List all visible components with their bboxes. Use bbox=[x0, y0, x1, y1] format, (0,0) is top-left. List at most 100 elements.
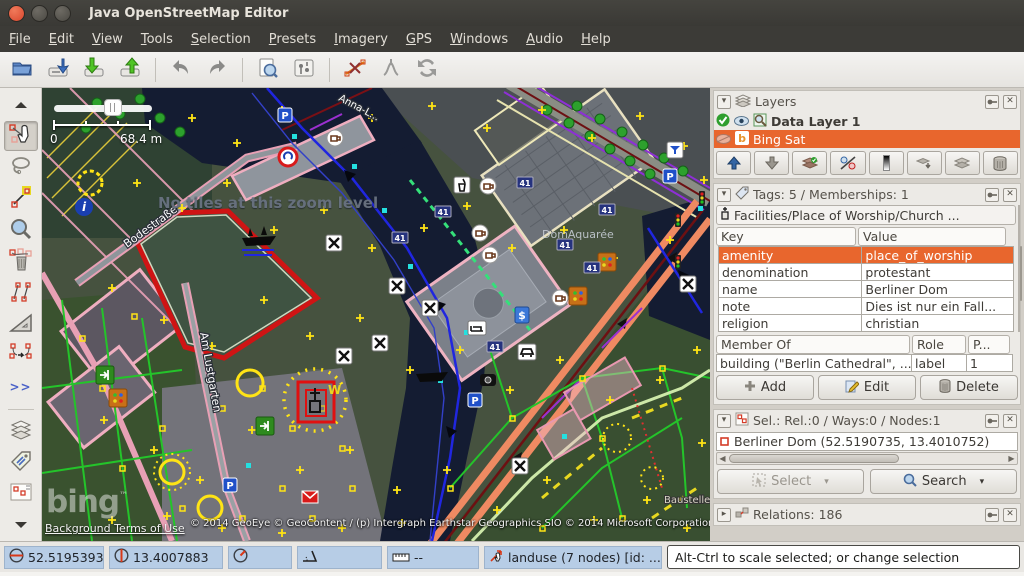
select-tool-button[interactable] bbox=[4, 121, 38, 151]
tag-row[interactable]: noteDies ist nur ein Fall... bbox=[719, 298, 1014, 315]
tag-row[interactable]: nameBerliner Dom bbox=[719, 281, 1014, 298]
background-terms-link[interactable]: Background Terms of Use bbox=[45, 522, 185, 535]
tag-row[interactable]: amenityplace_of_worship bbox=[719, 247, 1014, 264]
visibility-eye-off-icon[interactable] bbox=[716, 132, 731, 147]
selection-hscrollbar[interactable]: ◀ ▶ bbox=[716, 452, 1018, 465]
edit-tag-button[interactable]: Edit bbox=[818, 375, 916, 400]
delete-tool-button[interactable] bbox=[4, 247, 38, 276]
menu-imagery[interactable]: Imagery bbox=[325, 28, 397, 51]
expand-icon[interactable]: ▸ bbox=[717, 508, 731, 522]
delete-tag-button[interactable]: Delete bbox=[920, 375, 1018, 400]
split-way-button[interactable] bbox=[339, 55, 371, 85]
download-osm-button[interactable] bbox=[42, 55, 74, 85]
move-layer-up-button[interactable] bbox=[716, 151, 751, 175]
menu-gps[interactable]: GPS bbox=[397, 28, 441, 51]
menu-audio[interactable]: Audio bbox=[517, 28, 572, 51]
add-tag-button[interactable]: Add bbox=[716, 375, 814, 400]
more-tools-button[interactable]: >> bbox=[4, 373, 38, 402]
download-along-button[interactable] bbox=[78, 55, 110, 85]
tag-row[interactable]: religionchristian bbox=[719, 315, 1014, 332]
menu-tools[interactable]: Tools bbox=[132, 28, 182, 51]
layer-visibility-button[interactable] bbox=[830, 151, 865, 175]
search-button-panel[interactable]: Search ▾ bbox=[870, 469, 1017, 494]
membership-row[interactable]: building ("Berlin Cathedral", ... label … bbox=[717, 355, 1013, 372]
close-icon[interactable]: ✕ bbox=[1003, 188, 1017, 202]
menu-selection[interactable]: Selection bbox=[182, 28, 260, 51]
heading-field bbox=[228, 546, 292, 569]
sticky-pin-icon[interactable] bbox=[985, 508, 999, 522]
draw-node-tool-button[interactable] bbox=[4, 185, 38, 214]
close-icon[interactable]: ✕ bbox=[1003, 414, 1017, 428]
map-canvas[interactable]: W bbox=[42, 88, 710, 541]
delete-layer-button[interactable] bbox=[983, 151, 1018, 175]
sticky-pin-icon[interactable] bbox=[985, 414, 999, 428]
taxi-icon bbox=[518, 344, 536, 360]
tags-scrollbar[interactable] bbox=[1018, 205, 1020, 332]
scroll-right-arrow[interactable]: ▶ bbox=[1006, 453, 1017, 464]
preferences-button[interactable] bbox=[288, 55, 320, 85]
menu-file[interactable]: File bbox=[0, 28, 40, 51]
window-close-button[interactable] bbox=[8, 5, 25, 22]
map-render: W bbox=[42, 88, 710, 541]
svg-text:41: 41 bbox=[394, 234, 406, 243]
fountain-icon bbox=[667, 142, 683, 158]
close-icon[interactable]: ✕ bbox=[1003, 508, 1017, 522]
sticky-pin-icon[interactable] bbox=[985, 95, 999, 109]
selection-item[interactable]: Berliner Dom (52.5190735, 13.4010752) bbox=[716, 432, 1018, 451]
merge-nodes-tool-button[interactable] bbox=[4, 341, 38, 370]
merge-layer-button[interactable] bbox=[907, 151, 942, 175]
open-file-button[interactable] bbox=[6, 55, 38, 85]
svg-text:P: P bbox=[666, 172, 673, 183]
layer-opacity-button[interactable] bbox=[869, 151, 904, 175]
preset-row[interactable]: Facilities/Place of Worship/Church ... bbox=[716, 205, 1016, 225]
menu-view[interactable]: View bbox=[83, 28, 132, 51]
visibility-eye-icon[interactable] bbox=[734, 114, 749, 129]
lasso-icon bbox=[9, 154, 33, 182]
duplicate-layer-button[interactable] bbox=[945, 151, 980, 175]
update-data-button[interactable] bbox=[411, 55, 443, 85]
layers-panel-toggle[interactable] bbox=[4, 417, 38, 446]
zoom-slider[interactable] bbox=[54, 105, 152, 112]
role-column-header[interactable]: Role bbox=[912, 335, 966, 354]
select-button[interactable]: Select ▾ bbox=[717, 469, 864, 494]
selection-panel-toggle[interactable] bbox=[4, 479, 38, 508]
extrude-tool-button[interactable] bbox=[4, 310, 38, 339]
tag-row[interactable]: denominationprotestant bbox=[719, 264, 1014, 281]
close-icon[interactable]: ✕ bbox=[1003, 95, 1017, 109]
member-of-column-header[interactable]: Member Of bbox=[716, 335, 910, 354]
scroll-up-button[interactable] bbox=[4, 90, 38, 119]
zoom-slider-handle[interactable] bbox=[104, 99, 122, 116]
tags-panel-title: Tags: 5 / Memberships: 1 bbox=[753, 187, 981, 202]
scroll-left-arrow[interactable]: ◀ bbox=[717, 453, 728, 464]
menu-presets[interactable]: Presets bbox=[260, 28, 325, 51]
collapse-icon[interactable]: ▾ bbox=[717, 414, 731, 428]
upload-button[interactable] bbox=[114, 55, 146, 85]
zoom-tool-button[interactable] bbox=[4, 216, 38, 245]
menu-windows[interactable]: Windows bbox=[441, 28, 517, 51]
key-column-header[interactable]: Key bbox=[716, 227, 856, 246]
window-minimize-button[interactable] bbox=[31, 5, 48, 22]
menu-edit[interactable]: Edit bbox=[40, 28, 83, 51]
lasso-tool-button[interactable] bbox=[4, 153, 38, 182]
sticky-pin-icon[interactable] bbox=[985, 188, 999, 202]
move-layer-down-button[interactable] bbox=[754, 151, 789, 175]
parallel-way-tool-button[interactable] bbox=[4, 279, 38, 308]
window-maximize-button[interactable] bbox=[54, 5, 71, 22]
position-column-header[interactable]: P... bbox=[968, 335, 1010, 354]
scroll-down-button[interactable] bbox=[4, 511, 38, 540]
selection-panel: ▾ Sel.: Rel.:0 / Ways:0 / Nodes:1 ✕ Berl… bbox=[713, 409, 1021, 499]
tags-panel-toggle[interactable] bbox=[4, 448, 38, 477]
layer-row-data[interactable]: Data Layer 1 bbox=[714, 112, 1020, 130]
collapse-icon[interactable]: ▾ bbox=[717, 188, 731, 202]
activate-layer-button[interactable] bbox=[792, 151, 827, 175]
layer-row-bing[interactable]: b Bing Sat bbox=[714, 130, 1020, 148]
undo-button[interactable] bbox=[165, 55, 197, 85]
menu-help[interactable]: Help bbox=[572, 28, 620, 51]
combine-way-button[interactable] bbox=[375, 55, 407, 85]
collapse-icon[interactable]: ▾ bbox=[717, 95, 731, 109]
search-button[interactable] bbox=[252, 55, 284, 85]
redo-button[interactable] bbox=[201, 55, 233, 85]
church-preset-icon bbox=[720, 207, 730, 223]
value-column-header[interactable]: Value bbox=[858, 227, 1006, 246]
imagery-copyright: © 2014 GeoEye © GeoContent / (p) Intergr… bbox=[190, 518, 710, 529]
